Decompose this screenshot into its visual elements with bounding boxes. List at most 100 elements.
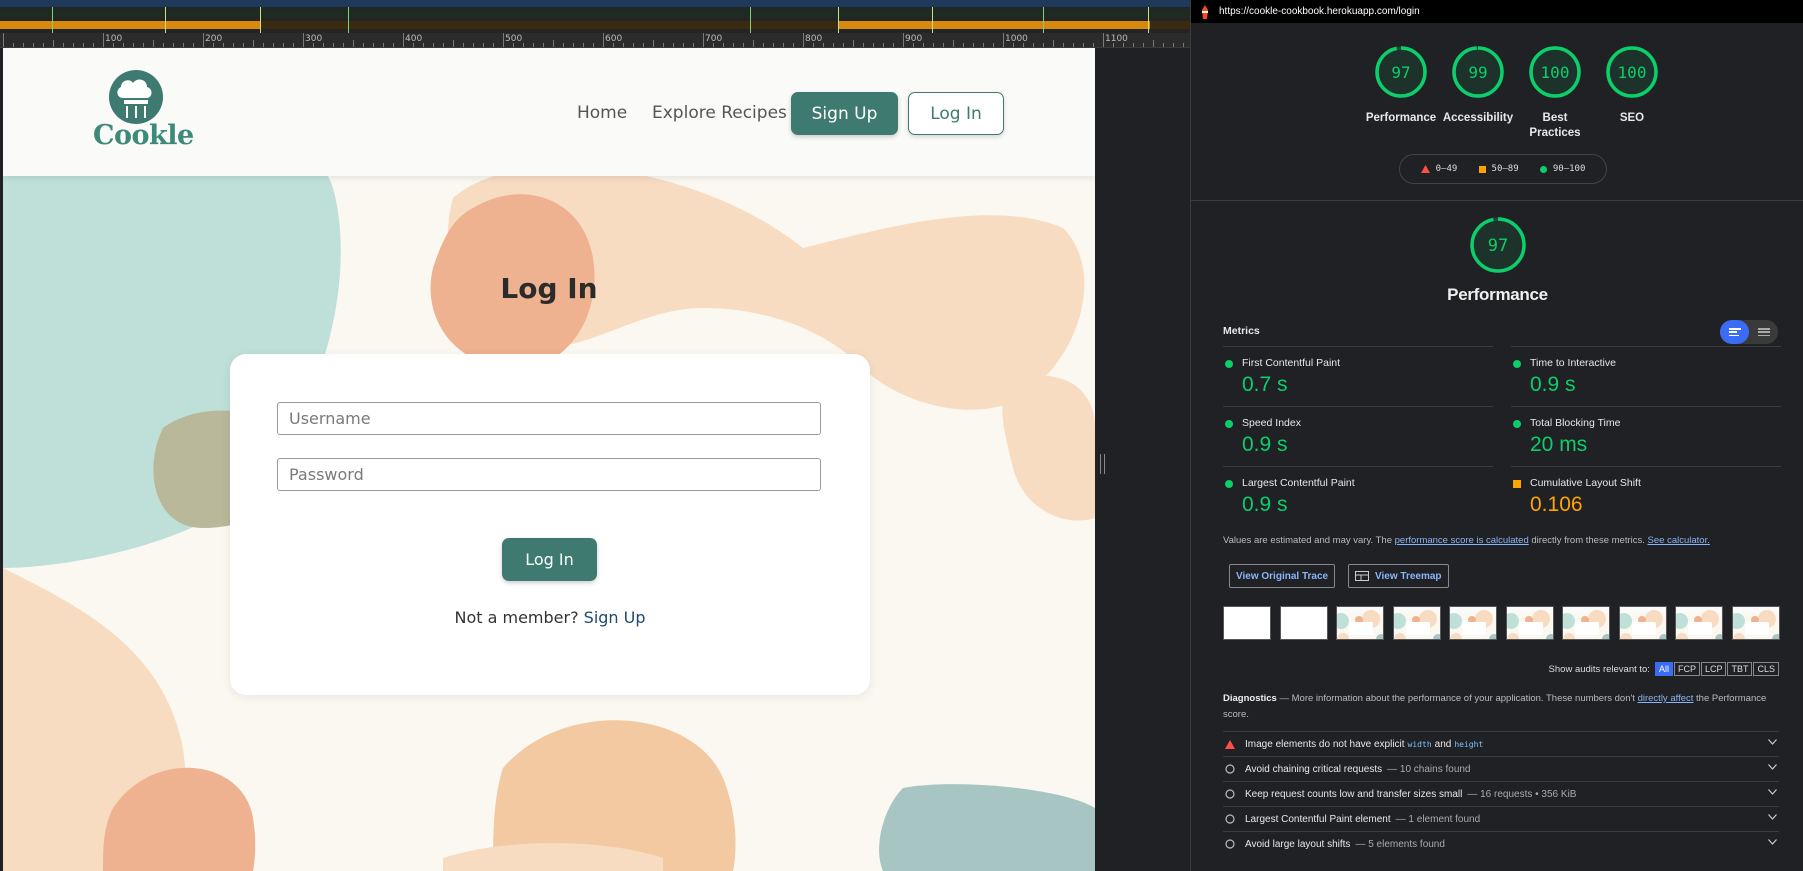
nav-explore-recipes-link[interactable]: Explore Recipes bbox=[652, 103, 787, 123]
audit-title: Keep request counts low and transfer siz… bbox=[1245, 788, 1463, 800]
nav-home-link[interactable]: Home bbox=[577, 103, 627, 123]
chevron-down-icon[interactable] bbox=[1768, 814, 1777, 820]
audit-meta: — 10 chains found bbox=[1387, 763, 1471, 775]
chevron-down-icon[interactable] bbox=[1768, 739, 1777, 745]
metrics-view-toggle[interactable] bbox=[1720, 320, 1778, 344]
score-gauge-accessibility[interactable]: 99 Accessibility bbox=[1441, 45, 1515, 126]
filter-chip-tbt[interactable]: TBT bbox=[1727, 662, 1753, 676]
metric-name: Cumulative Layout Shift bbox=[1530, 477, 1641, 489]
ruler-tick bbox=[663, 43, 664, 47]
filmstrip-frame bbox=[1675, 606, 1723, 640]
ruler-tick bbox=[3, 33, 4, 47]
legend-item: 90–100 bbox=[1539, 164, 1585, 174]
ruler-tick bbox=[553, 40, 554, 47]
page-thumbnail bbox=[1337, 607, 1383, 639]
ruler-tick bbox=[403, 33, 404, 47]
ruler-tick bbox=[463, 43, 464, 47]
audit-row[interactable]: Image elements do not have explicit width… bbox=[1223, 731, 1779, 756]
directly-affect-link[interactable]: directly affect bbox=[1638, 693, 1694, 704]
lighthouse-icon bbox=[1202, 4, 1208, 19]
chevron-down-icon[interactable] bbox=[1768, 764, 1777, 770]
see-calculator-link[interactable]: See calculator. bbox=[1648, 535, 1710, 546]
audit-row[interactable]: Largest Contentful Paint element — 1 elem… bbox=[1223, 806, 1779, 831]
legend-item: 50–89 bbox=[1478, 164, 1519, 174]
audit-row[interactable]: Keep request counts low and transfer siz… bbox=[1223, 781, 1779, 806]
ruler-tick bbox=[823, 43, 824, 47]
lighthouse-report: https://cookle-cookbook.herokuapp.com/lo… bbox=[1190, 0, 1803, 871]
ruler-tick bbox=[453, 40, 454, 47]
ruler-tick bbox=[863, 43, 864, 47]
filter-chip-all[interactable]: All bbox=[1654, 662, 1673, 676]
ruler-tick bbox=[983, 43, 984, 47]
resize-handle[interactable] bbox=[1100, 454, 1105, 474]
ruler-tick bbox=[633, 43, 634, 47]
ruler-tick bbox=[853, 40, 854, 47]
cookle-logo[interactable]: Cookle bbox=[93, 70, 194, 160]
ruler-label: 500 bbox=[505, 34, 523, 44]
audit-title: Avoid large layout shifts bbox=[1245, 838, 1351, 850]
audit-filter: Show audits relevant to: All FCP LCP TBT CLS bbox=[1549, 662, 1779, 676]
ruler-tick bbox=[793, 43, 794, 47]
metric-name: Time to Interactive bbox=[1530, 357, 1616, 369]
ruler-tick bbox=[1003, 33, 1004, 47]
ruler-tick bbox=[323, 43, 324, 47]
chevron-down-icon[interactable] bbox=[1768, 789, 1777, 795]
score-gauge-seo[interactable]: 100 SEO bbox=[1595, 45, 1669, 126]
ruler-tick bbox=[423, 43, 424, 47]
ruler-tick bbox=[743, 43, 744, 47]
ruler-tick bbox=[963, 43, 964, 47]
ruler-tick bbox=[303, 33, 304, 47]
audit-row[interactable]: Avoid large layout shifts — 5 elements fo… bbox=[1223, 831, 1779, 856]
ruler-tick bbox=[643, 43, 644, 47]
chevron-down-icon[interactable] bbox=[1768, 839, 1777, 845]
ruler-label: 300 bbox=[305, 34, 323, 44]
ruler-tick bbox=[543, 43, 544, 47]
score-gauge-performance[interactable]: 97 Performance bbox=[1364, 45, 1438, 126]
score-gauge-best-practices[interactable]: 100 Best Practices bbox=[1518, 45, 1592, 141]
ruler-tick bbox=[173, 43, 174, 47]
ruler-tick bbox=[163, 43, 164, 47]
ruler-tick bbox=[703, 33, 704, 47]
ruler-tick bbox=[363, 43, 364, 47]
ruler-tick bbox=[1083, 43, 1084, 47]
detail-view-icon[interactable] bbox=[1749, 320, 1778, 344]
view-original-trace-button[interactable]: View Original Trace bbox=[1229, 564, 1336, 588]
pass-circle-icon bbox=[1225, 360, 1233, 368]
signup-link[interactable]: Sign Up bbox=[584, 608, 646, 627]
username-input[interactable] bbox=[277, 402, 821, 435]
login-submit-button[interactable]: Log In bbox=[502, 538, 597, 581]
filter-chip-cls[interactable]: CLS bbox=[1753, 662, 1779, 676]
metric-value: 20 ms bbox=[1530, 433, 1588, 456]
audit-row[interactable]: Avoid chaining critical requests — 10 cha… bbox=[1223, 756, 1779, 781]
ruler-tick bbox=[563, 43, 564, 47]
audit-meta: — 16 requests • 356 KiB bbox=[1467, 788, 1577, 800]
pixel-ruler: 100 200 300 400 500 600 700 800 900 1000 1100 bbox=[0, 33, 1190, 48]
filter-chip-fcp[interactable]: FCP bbox=[1673, 662, 1700, 676]
filmstrip-frame bbox=[1279, 606, 1328, 640]
ruler-tick bbox=[603, 33, 604, 47]
nav-login-button[interactable]: Log In bbox=[908, 92, 1004, 135]
metric-name: First Contentful Paint bbox=[1242, 357, 1341, 369]
summary-view-icon[interactable] bbox=[1720, 320, 1749, 344]
score-calculated-link[interactable]: performance score is calculated bbox=[1395, 535, 1529, 546]
page-thumbnail bbox=[1619, 607, 1666, 639]
info-circle-icon bbox=[1225, 789, 1235, 799]
ruler-tick bbox=[93, 43, 94, 47]
ruler-tick bbox=[193, 43, 194, 47]
page-thumbnail bbox=[1450, 607, 1496, 639]
ruler-tick bbox=[943, 43, 944, 47]
ruler-tick bbox=[13, 43, 14, 47]
ruler-tick bbox=[273, 43, 274, 47]
ruler-tick bbox=[1063, 43, 1064, 47]
page-title: Log In bbox=[500, 272, 598, 305]
filter-chip-lcp[interactable]: LCP bbox=[1700, 662, 1727, 676]
ruler-label: 600 bbox=[605, 34, 623, 44]
ruler-tick bbox=[763, 43, 764, 47]
nav-signup-button[interactable]: Sign Up bbox=[791, 92, 898, 135]
ruler-label: 800 bbox=[805, 34, 823, 44]
view-treemap-button[interactable]: View Treemap bbox=[1348, 564, 1449, 588]
ruler-tick bbox=[883, 43, 884, 47]
password-input[interactable] bbox=[277, 458, 821, 491]
login-card: Log In Not a member? Sign Up bbox=[230, 354, 870, 695]
page-thumbnail bbox=[1732, 607, 1779, 639]
